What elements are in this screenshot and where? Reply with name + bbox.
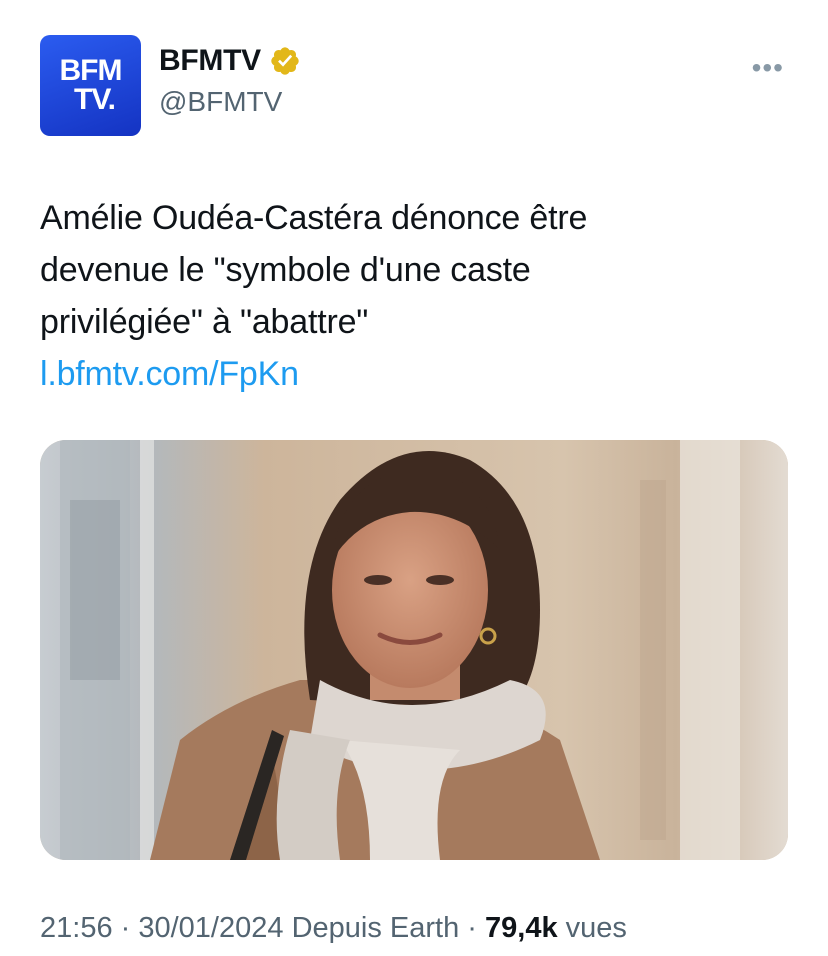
tweet-media-photo[interactable] [40, 440, 788, 860]
display-name[interactable]: BFMTV [159, 44, 261, 78]
avatar-logo-line1: BFM [59, 54, 123, 87]
more-options-icon[interactable]: ••• [752, 52, 784, 84]
views-label: vues [557, 912, 627, 944]
avatar[interactable]: BFM TV. [40, 35, 141, 136]
tweet-time[interactable]: 21:56 [40, 912, 113, 944]
photo-illustration [40, 440, 788, 860]
verified-badge-icon[interactable] [269, 45, 301, 77]
avatar-logo-line2: TV. [74, 82, 116, 116]
tweet-source: Depuis Earth [283, 912, 460, 944]
author-block: BFMTV @BFMTV [159, 44, 301, 118]
tweet-date[interactable]: 30/01/2024 [138, 912, 283, 944]
name-row: BFMTV [159, 44, 301, 78]
tweet-link[interactable]: l.bfmtv.com/FpKn [40, 348, 780, 400]
tweet-text-line: privilégiée" à "abattre" [40, 303, 369, 341]
views-count[interactable]: 79,4k [485, 912, 558, 944]
handle[interactable]: @BFMTV [159, 86, 301, 118]
tweet-meta: 21:56 · 30/01/2024 Depuis Earth · 79,4k … [40, 912, 627, 945]
meta-separator: · [459, 912, 485, 944]
tweet-text-line: Amélie Oudéa-Castéra dénonce être [40, 199, 588, 237]
tweet-text-line: devenue le "symbole d'une caste [40, 251, 531, 289]
meta-separator: · [112, 912, 139, 944]
tweet-text: Amélie Oudéa-Castéra dénonce être devenu… [40, 192, 780, 400]
